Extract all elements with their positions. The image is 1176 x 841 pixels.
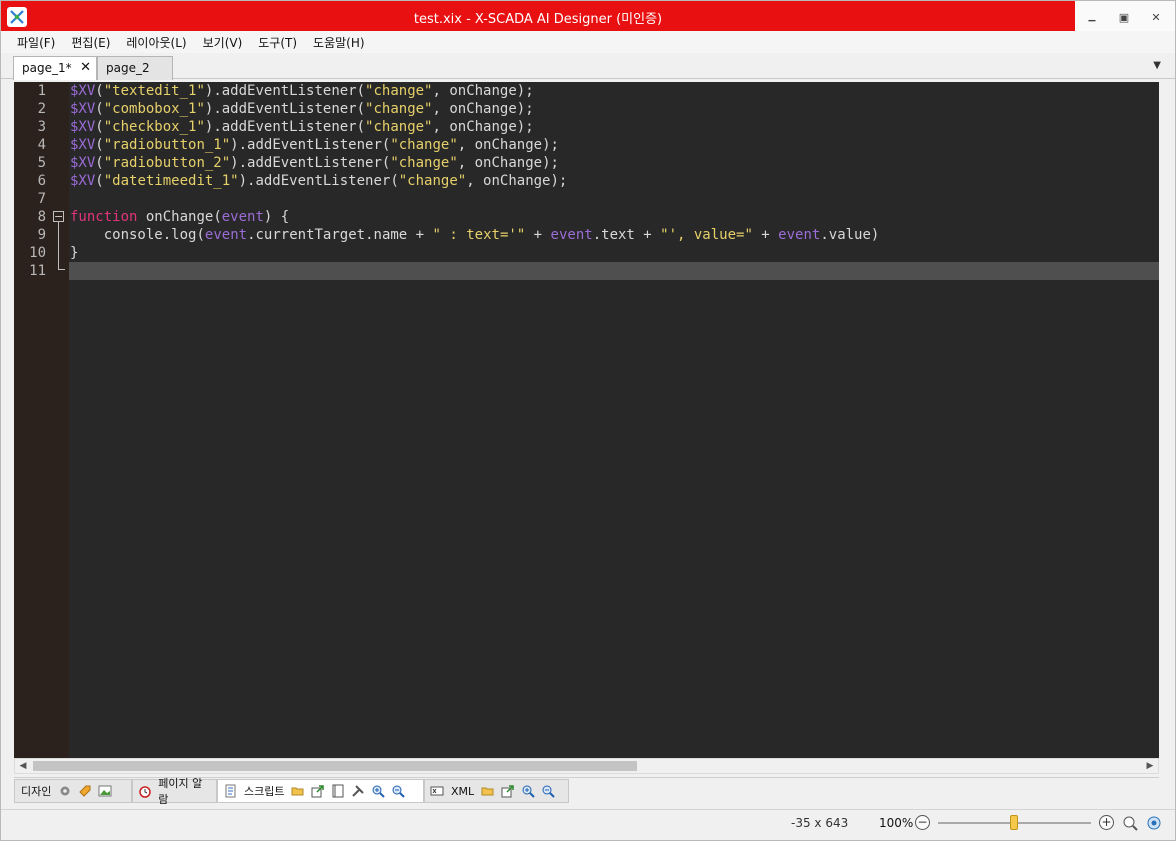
file-icon[interactable] (330, 783, 346, 799)
zoom-out-button[interactable]: − (915, 815, 930, 830)
line-number: 11 (29, 263, 46, 279)
tag-icon[interactable] (77, 783, 93, 799)
app-window: test.xix - X-SCADA AI Designer (미인증) ▁ ▣… (0, 0, 1176, 841)
line-number: 9 (37, 227, 46, 243)
line-number: 4 (37, 137, 46, 153)
maximize-icon: ▣ (1118, 10, 1130, 24)
horizontal-scrollbar[interactable]: ◀ ▶ (14, 758, 1159, 774)
line-number: 10 (29, 245, 46, 261)
export-icon[interactable] (500, 783, 516, 799)
tab-page-alarm-label: 페이지 알람 (158, 777, 203, 806)
fold-guide-end (58, 269, 65, 270)
menu-edit[interactable]: 편집(E) (63, 34, 118, 51)
line-number: 1 (37, 83, 46, 99)
code-line[interactable]: function onChange(event) { (70, 208, 289, 226)
document-tab-bar: page_1* ✕ page_2 ▼ (1, 53, 1175, 80)
scroll-right-icon[interactable]: ▶ (1143, 760, 1157, 772)
fold-toggle-icon[interactable]: − (53, 211, 64, 222)
tab-label: page_2 (106, 61, 150, 75)
code-line[interactable]: console.log(event.currentTarget.name + "… (70, 226, 880, 244)
code-area[interactable]: $XV("textedit_1").addEventListener("chan… (69, 82, 1159, 758)
status-bar: -35 x 643 100% − + (1, 809, 1175, 840)
tools-icon[interactable] (350, 783, 366, 799)
tab-design-label: 디자인 (21, 785, 52, 798)
scrollbar-thumb[interactable] (33, 761, 637, 771)
code-line[interactable]: $XV("textedit_1").addEventListener("chan… (70, 82, 534, 100)
view-mode-tabs: 디자인 페이지 알람 스크립트 XML (14, 777, 1159, 806)
window-title: test.xix - X-SCADA AI Designer (미인증) (413, 12, 663, 27)
menu-file[interactable]: 파일(F) (9, 34, 63, 51)
tab-xml[interactable]: XML (424, 779, 569, 803)
zoom-slider-thumb[interactable] (1010, 815, 1018, 830)
xml-icon (429, 783, 445, 799)
line-number: 7 (37, 191, 46, 207)
zoom-out-icon[interactable] (540, 783, 556, 799)
tab-xml-label: XML (451, 784, 475, 798)
open-folder-icon[interactable] (290, 783, 306, 799)
export-icon[interactable] (310, 783, 326, 799)
line-number: 3 (37, 119, 46, 135)
tab-page-alarm[interactable]: 페이지 알람 (132, 777, 217, 806)
zoom-out-icon[interactable] (390, 783, 406, 799)
code-line[interactable]: $XV("radiobutton_2").addEventListener("c… (70, 154, 559, 172)
alarm-clock-icon (137, 783, 152, 799)
tab-script[interactable]: 스크립트 (217, 779, 424, 803)
menu-view[interactable]: 보기(V) (195, 34, 251, 51)
line-number: 5 (37, 155, 46, 171)
image-icon[interactable] (97, 783, 113, 799)
menu-help[interactable]: 도움말(H) (305, 34, 373, 51)
zoom-in-icon[interactable] (370, 783, 386, 799)
close-button[interactable]: ✕ (1144, 9, 1168, 25)
tab-page-2[interactable]: page_2 (97, 56, 173, 80)
fold-guide-line (58, 222, 59, 270)
zoom-in-icon[interactable] (520, 783, 536, 799)
script-icon (222, 783, 238, 799)
tab-close-icon[interactable]: ✕ (80, 60, 91, 75)
line-number: 8 (37, 209, 46, 225)
minimize-button[interactable]: ▁ (1080, 9, 1104, 25)
menu-bar: 파일(F) 편집(E) 레이아웃(L) 보기(V) 도구(T) 도움말(H) (1, 31, 1175, 53)
cursor-coordinates: -35 x 643 (791, 816, 849, 830)
code-line[interactable]: $XV("combobox_1").addEventListener("chan… (70, 100, 534, 118)
zoom-level: 100% (879, 816, 914, 830)
scroll-left-icon[interactable]: ◀ (16, 760, 30, 772)
menu-tools[interactable]: 도구(T) (250, 34, 305, 51)
tab-design[interactable]: 디자인 (14, 779, 132, 803)
code-line[interactable]: $XV("checkbox_1").addEventListener("chan… (70, 118, 534, 136)
script-editor[interactable]: 1 2 3 4 5 6 7 8 9 10 11 − $XV("textedit_1").addEve… (14, 82, 1159, 758)
code-line[interactable]: } (70, 244, 78, 262)
menu-layout[interactable]: 레이아웃(L) (118, 34, 194, 51)
fit-window-icon[interactable] (1146, 815, 1162, 831)
code-line[interactable]: $XV("datetimeedit_1").addEventListener("… (70, 172, 567, 190)
open-folder-icon[interactable] (480, 783, 496, 799)
tab-script-label: 스크립트 (244, 785, 285, 798)
zoom-100-icon[interactable] (1122, 815, 1138, 831)
maximize-button[interactable]: ▣ (1112, 9, 1136, 25)
tab-label: page_1* (22, 61, 72, 75)
gear-icon[interactable] (57, 783, 73, 799)
title-bar: test.xix - X-SCADA AI Designer (미인증) ▁ ▣… (1, 1, 1175, 31)
tab-page-1[interactable]: page_1* ✕ (13, 56, 97, 80)
line-number: 6 (37, 173, 46, 189)
line-number: 2 (37, 101, 46, 117)
code-line[interactable]: $XV("radiobutton_1").addEventListener("c… (70, 136, 559, 154)
zoom-in-button[interactable]: + (1099, 815, 1114, 830)
tab-list-dropdown-icon[interactable]: ▼ (1153, 60, 1161, 71)
close-icon: ✕ (1151, 10, 1161, 24)
minimize-icon: ▁ (1088, 12, 1096, 22)
